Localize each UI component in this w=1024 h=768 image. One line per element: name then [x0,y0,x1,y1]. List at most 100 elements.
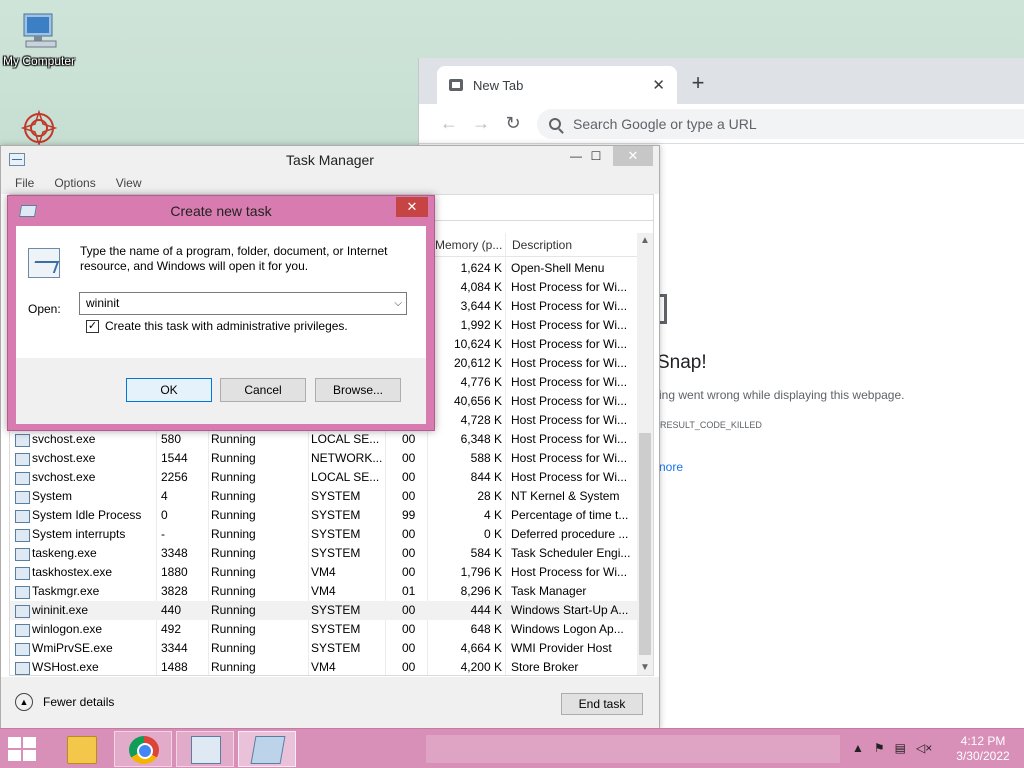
maximize-button[interactable]: ☐ [581,146,611,166]
start-button[interactable] [8,737,38,761]
fewer-details-label: Fewer details [43,695,115,709]
task-manager-titlebar[interactable]: Task Manager — ☐ ✕ [1,146,659,174]
column-header-description[interactable]: Description [512,238,572,252]
vertical-scrollbar[interactable]: ▲ ▼ [637,233,653,675]
ok-button[interactable]: OK [126,378,212,402]
cancel-button[interactable]: Cancel [220,378,306,402]
menu-view[interactable]: View [110,174,142,194]
learn-more-link[interactable]: nore [659,460,683,474]
new-tab-button[interactable]: + [685,70,711,96]
end-task-button[interactable]: End task [561,693,643,715]
column-header-memory[interactable]: Memory (p... [435,238,502,252]
run-icon [250,736,286,764]
clock-date: 3/30/2022 [956,749,1010,763]
mandala-icon [20,109,58,146]
clock[interactable]: 4:12 PM 3/30/2022 [946,734,1020,764]
create-new-task-dialog: Create new task ✕ Type the name of a pro… [7,195,435,431]
taskbar-file-explorer[interactable] [52,731,110,767]
table-row[interactable]: svchost.exe 2256 Running LOCAL SE... 00 844 K… [10,468,637,487]
desktop-icon-my-computer[interactable]: My Computer [0,10,81,68]
omnibox-placeholder: Search Google or type a URL [573,115,757,132]
cell-name: wininit.exe [14,601,156,620]
scrollbar-thumb[interactable] [639,433,651,655]
cell-desc: Windows Start-Up A... [511,603,629,617]
forward-arrow-icon[interactable]: → [465,113,497,134]
network-icon[interactable]: ▤ [895,741,906,755]
table-row[interactable]: svchost.exe 580 Running LOCAL SE... 00 6,348 … [10,430,637,449]
cell-mem: 20,612 K [453,356,502,370]
taskbar-empty-area [426,735,840,763]
table-row[interactable]: System 4 Running SYSTEM 00 28 K NT Kernel & Sy… [10,487,637,506]
reload-icon[interactable]: ↻ [497,113,529,134]
menu-bar: File Options View [1,174,659,194]
admin-privileges-checkbox[interactable]: ✓ Create this task with administrative p… [86,319,348,333]
volume-muted-icon[interactable]: ◁× [916,741,932,755]
table-row[interactable]: wininit.exe 440 Running SYSTEM 00 444 K Window… [10,601,637,620]
cell-mem: 844 K [470,470,502,484]
dialog-body: Type the name of a program, folder, docu… [16,226,426,424]
cell-mem: 10,624 K [453,337,502,351]
close-button[interactable]: ✕ [613,146,653,166]
cell-mem: 648 K [470,622,502,636]
chrome-tab-new-tab[interactable]: New Tab ✕ [437,66,677,104]
table-row[interactable]: svchost.exe 1544 Running NETWORK... 00 588 KH… [10,449,637,468]
cell-desc: Host Process for Wi... [511,280,628,294]
table-row[interactable]: WSHost.exe 1488 Running VM4 00 4,200 K Store B… [10,658,637,675]
table-row[interactable]: System interrupts - Running SYSTEM 00 0 K Defe… [10,525,637,544]
omnibox[interactable]: Search Google or type a URL [537,108,1024,139]
taskbar: ▲ ⚑ ▤ ◁× 4:12 PM 3/30/2022 [0,728,1024,768]
menu-options[interactable]: Options [48,174,95,194]
cell-name: taskhostex.exe [14,563,156,582]
action-center-flag-icon[interactable]: ⚑ [874,741,885,755]
cell-pid: 3344 [161,641,188,655]
cell-desc: Windows Logon Ap... [511,622,624,636]
cell-status: Running [211,603,256,617]
open-combobox[interactable]: wininit ⌵ [79,292,407,315]
dialog-button-bar: OK Cancel Browse... [16,358,426,424]
table-row[interactable]: taskeng.exe 3348 Running SYSTEM 00 584 K Task … [10,544,637,563]
taskbar-chrome[interactable] [114,731,172,767]
cell-mem: 4,728 K [460,413,502,427]
fewer-details-button[interactable]: ▲ Fewer details [15,693,114,711]
browse-button[interactable]: Browse... [315,378,401,402]
search-icon [549,117,561,130]
cell-name: System [14,487,156,506]
computer-icon [23,13,57,48]
taskbar-task-manager[interactable] [176,731,234,767]
menu-file[interactable]: File [9,174,34,194]
cell-name: System Idle Process [14,506,156,525]
scroll-up-icon[interactable]: ▲ [637,235,653,246]
cell-pid: 1880 [161,565,188,579]
cell-user: VM4 [311,565,336,579]
scroll-down-icon[interactable]: ▼ [637,662,653,673]
cell-mem: 584 K [470,546,502,560]
cell-name: winlogon.exe [14,620,156,639]
dialog-titlebar[interactable]: Create new task ✕ [8,196,434,226]
taskbar-run-dialog[interactable] [238,731,296,767]
cell-status: Running [211,546,256,560]
table-row[interactable]: taskhostex.exe 1880 Running VM4 00 1,796 K Hos… [10,563,637,582]
dialog-close-button[interactable]: ✕ [396,197,428,217]
cell-name: svchost.exe [14,449,156,468]
cell-user: VM4 [311,584,336,598]
cell-pid: 3828 [161,584,188,598]
cell-status: Running [211,641,256,655]
tab-favicon-icon [449,79,463,91]
open-value: wininit [86,296,120,310]
cell-mem: 4,776 K [460,375,502,389]
chevron-down-icon[interactable]: ⌵ [394,293,402,314]
cell-pid: 3348 [161,546,188,560]
chrome-tabstrip: New Tab ✕ + [419,58,1024,104]
close-tab-icon[interactable]: ✕ [652,76,665,94]
show-hidden-icons-icon[interactable]: ▲ [852,741,864,755]
desktop-icon-app[interactable] [0,106,81,146]
cell-mem: 4,084 K [460,280,502,294]
table-row[interactable]: System Idle Process 0 Running SYSTEM 99 4 K Pe… [10,506,637,525]
table-row[interactable]: winlogon.exe 492 Running SYSTEM 00 648 K Windo… [10,620,637,639]
open-label: Open: [28,302,61,316]
cell-desc: Host Process for Wi... [511,413,628,427]
table-row[interactable]: Taskmgr.exe 3828 Running VM4 01 8,296 K Task M… [10,582,637,601]
back-arrow-icon[interactable]: ← [433,113,465,134]
cell-user: SYSTEM [311,527,361,541]
table-row[interactable]: WmiPrvSE.exe 3344 Running SYSTEM 00 4,664 K WM… [10,639,637,658]
